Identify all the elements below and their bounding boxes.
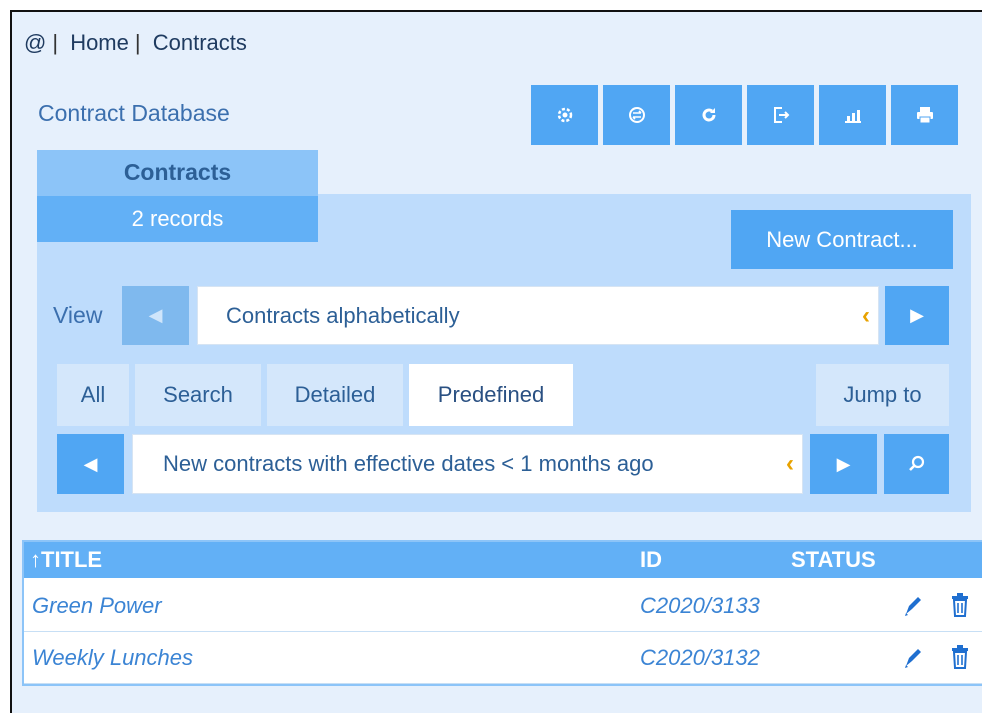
column-id[interactable]: ID xyxy=(640,547,662,573)
view-label: View xyxy=(53,302,103,328)
pencil-icon[interactable] xyxy=(902,594,924,618)
chevron-left-icon: ‹ xyxy=(786,450,794,477)
row-id: C2020/3133 xyxy=(640,593,760,618)
chevron-left-icon: ‹ xyxy=(862,301,870,329)
logout-icon xyxy=(773,107,789,123)
breadcrumb-current: Contracts xyxy=(152,30,247,55)
search-button[interactable] xyxy=(884,434,949,494)
logout-button[interactable] xyxy=(747,85,814,145)
settings-button[interactable] xyxy=(531,85,598,145)
column-status[interactable]: STATUS xyxy=(791,547,876,573)
row-title[interactable]: Green Power xyxy=(32,593,162,619)
search-icon xyxy=(908,455,924,471)
new-contract-button[interactable]: New Contract... xyxy=(731,210,953,269)
print-icon xyxy=(916,107,933,124)
arrow-left-icon: ◀ xyxy=(148,305,163,325)
breadcrumb: @ | Home | Contracts xyxy=(24,30,247,55)
breadcrumb-root[interactable]: @ xyxy=(24,30,46,55)
database-title: Contract Database xyxy=(38,100,230,126)
chart-icon xyxy=(844,110,861,123)
arrow-right-icon: ▶ xyxy=(910,305,924,325)
view-next-button[interactable]: ▶ xyxy=(885,286,949,345)
tab-detailed[interactable]: Detailed xyxy=(267,364,403,426)
table-tab[interactable]: Contracts 2 records xyxy=(37,150,318,242)
toolbar xyxy=(531,85,958,145)
arrow-left-icon: ◀ xyxy=(83,453,98,474)
table-tab-name: Contracts xyxy=(123,158,232,185)
table-header: ↑TITLE ID STATUS xyxy=(24,542,982,578)
view-prev-button[interactable]: ◀ xyxy=(122,286,189,345)
table-row[interactable]: Weekly Lunches C2020/3132 xyxy=(24,632,982,684)
row-id: C2020/3132 xyxy=(640,645,760,670)
switch-icon xyxy=(628,107,645,123)
column-title[interactable]: ↑TITLE xyxy=(30,547,102,573)
trash-icon[interactable] xyxy=(950,592,970,618)
pencil-icon[interactable] xyxy=(902,646,924,670)
tab-all[interactable]: All xyxy=(57,364,129,426)
filter-select[interactable]: New contracts with effective dates < 1 m… xyxy=(132,434,803,494)
filter-select-value: New contracts with effective dates < 1 m… xyxy=(163,451,654,476)
contracts-table: ↑TITLE ID STATUS Green Power C2020/3133 … xyxy=(22,540,982,686)
view-select-value: Contracts alphabetically xyxy=(226,302,460,328)
chart-button[interactable] xyxy=(819,85,886,145)
filter-prev-button[interactable]: ◀ xyxy=(57,434,124,494)
jump-to-button[interactable]: Jump to xyxy=(816,364,949,426)
row-title[interactable]: Weekly Lunches xyxy=(32,645,193,671)
arrow-right-icon: ▶ xyxy=(836,453,851,474)
record-count: 2 records xyxy=(37,196,318,242)
app-frame: @ | Home | Contracts Contract Database New… xyxy=(10,10,982,713)
filter-next-button[interactable]: ▶ xyxy=(810,434,877,494)
refresh-icon xyxy=(702,108,715,122)
refresh-button[interactable] xyxy=(675,85,742,145)
print-button[interactable] xyxy=(891,85,958,145)
view-select[interactable]: Contracts alphabetically ‹ xyxy=(197,286,879,345)
tab-search[interactable]: Search xyxy=(135,364,261,426)
trash-icon[interactable] xyxy=(950,644,970,670)
tab-predefined[interactable]: Predefined xyxy=(409,364,573,426)
table-row[interactable]: Green Power C2020/3133 xyxy=(24,580,982,632)
breadcrumb-home[interactable]: Home xyxy=(70,30,129,55)
switch-button[interactable] xyxy=(603,85,670,145)
gear-icon xyxy=(557,107,572,123)
